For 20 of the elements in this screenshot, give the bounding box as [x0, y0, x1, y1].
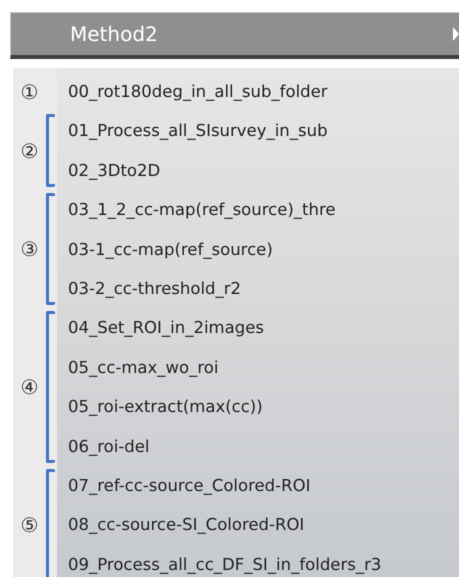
- menu-item[interactable]: 04_Set_ROI_in_2images: [68, 308, 264, 348]
- menu-item[interactable]: 03-1_cc-map(ref_source): [68, 230, 336, 269]
- group-number: ⑤: [20, 512, 38, 539]
- menu-item[interactable]: 03_1_2_cc-map(ref_source)_thre: [68, 190, 336, 230]
- group-number: ③: [20, 236, 38, 264]
- group-number: ①: [20, 78, 38, 106]
- menu-item[interactable]: 05_cc-max_wo_roi: [68, 348, 264, 388]
- menu-title: Method2: [69, 21, 158, 48]
- menu-item[interactable]: 00_rot180deg_in_all_sub_folder: [68, 72, 328, 112]
- menu-item[interactable]: 09_Process_all_cc_DF_SI_in_folders_r3: [68, 544, 382, 577]
- menu-item[interactable]: 05_roi-extract(max(cc)): [68, 387, 264, 427]
- group-number: ④: [20, 374, 38, 402]
- group-number: ②: [20, 138, 38, 165]
- menu-item[interactable]: 03-2_cc-threshold_r2: [68, 268, 336, 308]
- menu-item[interactable]: 02_3Dto2D: [68, 150, 328, 190]
- submenu-arrow-icon: [453, 27, 459, 41]
- menu-item[interactable]: 01_Process_all_SIsurvey_in_sub: [68, 111, 328, 151]
- menu-item[interactable]: 07_ref-cc-source_Colored-ROI: [68, 466, 382, 506]
- menu-item[interactable]: 06_roi-del: [68, 426, 264, 466]
- menu-item[interactable]: 08_cc-source-SI_Colored-ROI: [68, 505, 382, 545]
